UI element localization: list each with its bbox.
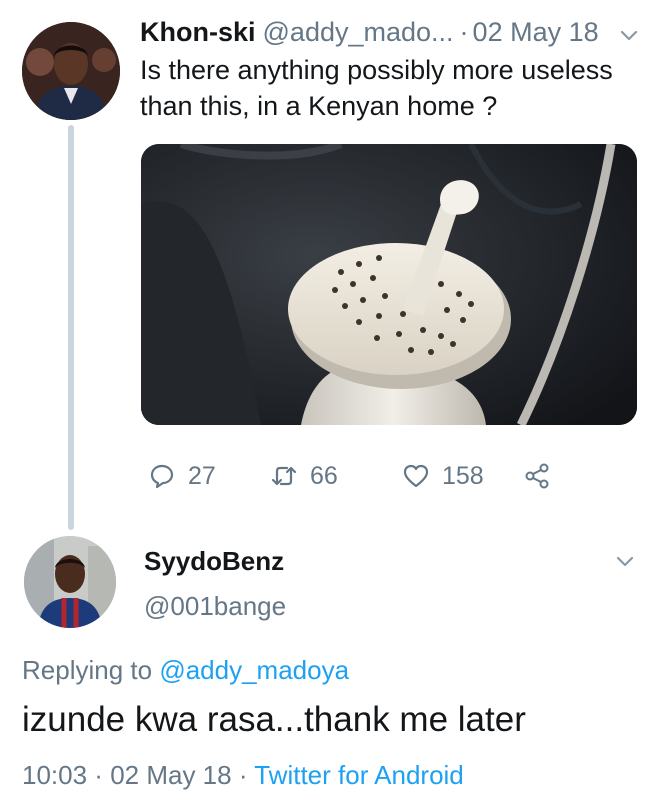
retweet-count: 66 bbox=[310, 461, 338, 490]
meta-separator: · bbox=[231, 760, 255, 790]
reply-meta: 10:03 · 02 May 18 · Twitter for Android bbox=[22, 760, 464, 791]
reply-author-avatar[interactable] bbox=[24, 536, 116, 628]
header-separator: · bbox=[459, 16, 469, 47]
tweet-media-photo[interactable] bbox=[141, 144, 637, 425]
share-icon bbox=[525, 463, 549, 489]
replying-to-prefix: Replying to bbox=[22, 655, 160, 685]
reply-text: izunde kwa rasa...thank me later bbox=[22, 700, 526, 739]
share-action[interactable] bbox=[523, 456, 563, 496]
chevron-down-icon[interactable] bbox=[614, 550, 636, 572]
tweet-date[interactable]: 02 May 18 bbox=[473, 17, 599, 48]
tweet-display-name[interactable]: Khon-ski bbox=[140, 17, 256, 48]
speech-bubble-icon bbox=[150, 464, 174, 489]
like-count: 158 bbox=[442, 461, 484, 490]
like-action[interactable]: 158 bbox=[402, 456, 484, 496]
reply-action[interactable]: 27 bbox=[148, 456, 216, 496]
reply-handle[interactable]: @001bange bbox=[144, 591, 286, 622]
chevron-down-icon[interactable] bbox=[618, 24, 640, 46]
reply-source[interactable]: Twitter for Android bbox=[254, 760, 464, 790]
heart-icon bbox=[403, 464, 429, 488]
replying-to-mention[interactable]: @addy_madoya bbox=[159, 655, 349, 685]
meta-separator: · bbox=[87, 760, 111, 790]
reply-time[interactable]: 10:03 bbox=[22, 760, 87, 790]
reply-date[interactable]: 02 May 18 bbox=[110, 760, 231, 790]
tweet-header: Khon-ski @addy_mado... · 02 May 18 bbox=[140, 14, 634, 50]
reply-display-name[interactable]: SyydoBenz bbox=[144, 546, 284, 577]
tweet-text: Is there anything possibly more useless … bbox=[140, 55, 613, 121]
tweet-handle[interactable]: @addy_mado... bbox=[263, 17, 454, 48]
retweet-icon bbox=[271, 466, 297, 486]
retweet-action[interactable]: 66 bbox=[270, 456, 338, 496]
tweet-actions: 27 66 158 bbox=[148, 456, 618, 496]
replying-to: Replying to @addy_madoya bbox=[22, 655, 349, 686]
tweet-author-avatar[interactable] bbox=[22, 22, 120, 120]
reply-count: 27 bbox=[188, 461, 216, 490]
thread-line bbox=[68, 125, 74, 530]
